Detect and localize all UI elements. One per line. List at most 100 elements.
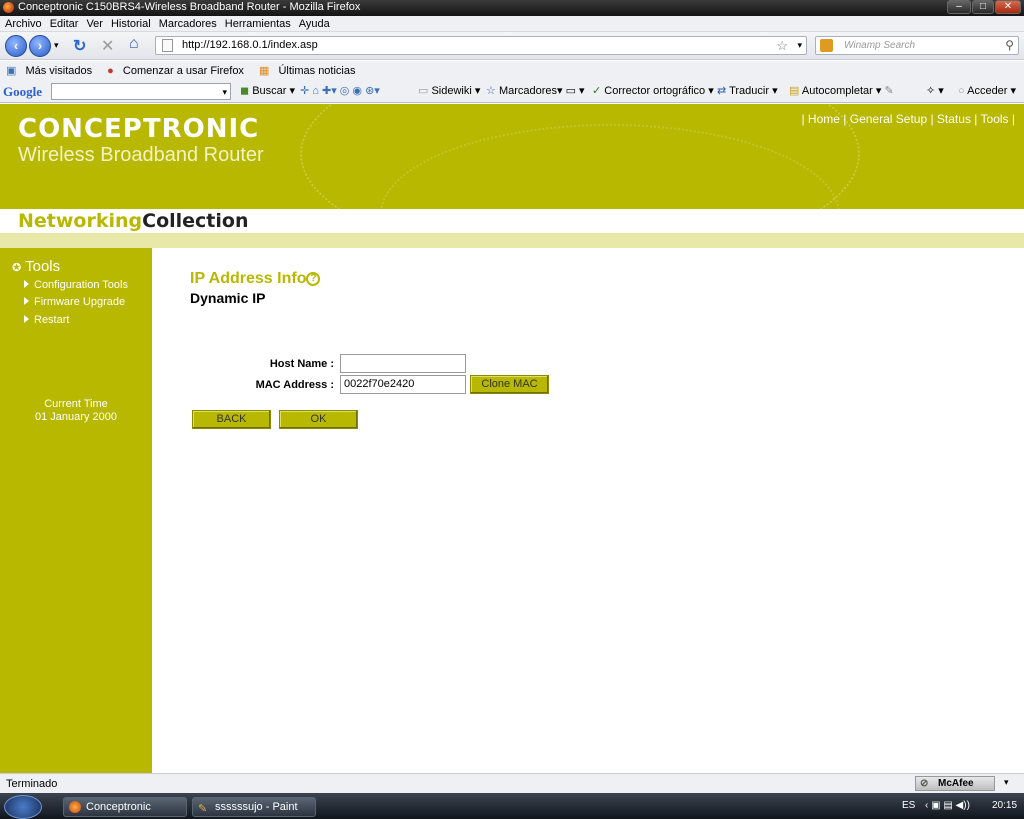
- url-bar[interactable]: http://192.168.0.1/index.asp ☆ ▾: [155, 36, 807, 55]
- mcafee-icon: ⊘: [920, 778, 929, 789]
- reload-icon[interactable]: ↻: [73, 36, 86, 56]
- mcafee-badge[interactable]: ⊘ McAfee: [915, 776, 995, 791]
- arrow-icon: [24, 280, 29, 289]
- tray-icons[interactable]: ‹ ▣ ▤ ◀)): [925, 793, 970, 819]
- menu-ver[interactable]: Ver: [86, 18, 103, 30]
- divider-stripe: [0, 233, 1024, 248]
- bookmark-star-icon[interactable]: ☆: [776, 37, 788, 54]
- window-title: Conceptronic C150BRS4-Wireless Broadband…: [18, 1, 361, 13]
- toolbar-tools-icons[interactable]: ✛ ⌂ ✚▾ ◎ ◉ ⊛▾: [300, 81, 380, 102]
- google-search-button[interactable]: ◼ Buscar ▾: [240, 81, 295, 102]
- status-text: Terminado: [6, 778, 58, 790]
- taskbar-paint[interactable]: ✎ ssssssujo - Paint: [192, 797, 316, 817]
- menu-archivo[interactable]: Archivo: [5, 18, 42, 30]
- main-content: [152, 248, 1024, 773]
- sidewiki-icon: ▭: [418, 85, 429, 97]
- search-input[interactable]: Winamp Search ⚲: [815, 36, 1019, 55]
- star-icon: ☆: [486, 85, 496, 97]
- sidebar-item-restart[interactable]: Restart: [24, 314, 69, 326]
- pen-icon: ✎: [884, 85, 894, 97]
- forward-icon[interactable]: ›: [29, 35, 51, 57]
- sign-in-button[interactable]: ○ Acceder ▾: [958, 81, 1016, 102]
- paint-icon: ✎: [198, 803, 208, 815]
- brand-subtitle: Wireless Broadband Router: [18, 144, 264, 166]
- autofill-icon: ▤: [789, 85, 800, 97]
- menu-editar[interactable]: Editar: [50, 18, 79, 30]
- bookmarks-toolbar: ▣ Más visitados ● Comenzar a usar Firefo…: [0, 61, 1024, 81]
- bookmark-getting-started[interactable]: ● Comenzar a usar Firefox: [107, 65, 250, 77]
- google-icon: ◼: [240, 85, 250, 97]
- spellcheck-icon: ✓: [592, 85, 602, 97]
- menu-marcadores[interactable]: Marcadores: [159, 18, 217, 30]
- google-search-input[interactable]: ▾: [51, 83, 231, 100]
- close-button[interactable]: ✕: [995, 0, 1021, 14]
- search-icon[interactable]: ⚲: [1005, 37, 1014, 54]
- circle-icon: ✪: [12, 262, 22, 274]
- ok-button[interactable]: OK: [279, 410, 358, 429]
- bookmark-latest-news[interactable]: ▦ Últimas noticias: [259, 65, 362, 77]
- bookmark-icon: ▣: [6, 65, 17, 77]
- section-subtitle: Dynamic IP: [190, 290, 266, 306]
- host-name-label: Host Name :: [269, 358, 334, 370]
- maximize-button[interactable]: □: [972, 0, 994, 14]
- bookmark-most-visited[interactable]: ▣ Más visitados: [6, 65, 98, 77]
- collection-banner: NetworkingCollection: [0, 209, 1024, 233]
- start-button[interactable]: [4, 795, 42, 819]
- history-dropdown-icon[interactable]: ▾: [54, 40, 59, 51]
- stop-icon[interactable]: ✕: [101, 36, 114, 56]
- google-dropdown-icon[interactable]: ▾: [222, 82, 227, 103]
- current-time-value: 01 January 2000: [35, 411, 117, 423]
- status-bar: Terminado: [0, 773, 1024, 793]
- translate-button[interactable]: ⇄ Traducir ▾: [717, 81, 778, 102]
- rss-icon: ▦: [259, 65, 270, 77]
- sidebar-item-firmware-upgrade[interactable]: Firmware Upgrade: [24, 296, 125, 308]
- mac-address-input[interactable]: 0022f70e2420: [340, 375, 466, 394]
- user-icon: ○: [958, 85, 965, 97]
- translate-icon: ⇄: [717, 85, 727, 97]
- nav-home[interactable]: Home: [808, 112, 840, 126]
- arrow-icon: [24, 315, 29, 324]
- google-logo: Google: [3, 84, 42, 99]
- sidebar-item-configuration-tools[interactable]: Configuration Tools: [24, 279, 128, 291]
- back-icon[interactable]: ‹: [5, 35, 27, 57]
- settings-wrench-icon[interactable]: ✧ ▾: [926, 81, 944, 102]
- nav-status[interactable]: Status: [937, 112, 971, 126]
- host-name-input[interactable]: [340, 354, 466, 373]
- current-time: Current Time 01 January 2000: [0, 398, 152, 424]
- taskbar-firefox[interactable]: Conceptronic C150...: [63, 797, 187, 817]
- search-engine-icon[interactable]: [820, 39, 833, 52]
- page-icon: [162, 39, 173, 52]
- system-tray: ES ‹ ▣ ▤ ◀)) 20:15: [895, 793, 1024, 819]
- section-title: IP Address Info?: [190, 270, 321, 288]
- clock[interactable]: 20:15: [992, 793, 1017, 819]
- language-indicator[interactable]: ES: [902, 793, 915, 819]
- nav-tools[interactable]: Tools: [981, 112, 1009, 126]
- firefox-task-icon: [69, 801, 81, 813]
- marcadores-button[interactable]: ☆ Marcadores▾ ▭ ▾: [486, 81, 585, 102]
- menu-bar: Archivo Editar Ver Historial Marcadores Herra…: [0, 16, 1024, 32]
- back-button[interactable]: BACK: [192, 410, 271, 429]
- firefox-bookmark-icon: ●: [107, 65, 114, 77]
- clone-mac-button[interactable]: Clone MAC: [470, 375, 549, 394]
- autofill-button[interactable]: ▤ Autocompletar ▾ ✎: [789, 81, 894, 102]
- help-icon[interactable]: ?: [306, 272, 321, 286]
- url-text: http://192.168.0.1/index.asp: [182, 39, 318, 51]
- google-toolbar: Google ▾ ◼ Buscar ▾ ✛ ⌂ ✚▾ ◎ ◉ ⊛▾ ▭ Side…: [0, 81, 1024, 103]
- menu-historial[interactable]: Historial: [111, 18, 151, 30]
- window-title-bar: Conceptronic C150BRS4-Wireless Broadband…: [0, 0, 1024, 16]
- mac-address-label: MAC Address :: [255, 379, 334, 391]
- firefox-icon: [3, 2, 14, 13]
- search-placeholder: Winamp Search: [844, 40, 916, 51]
- menu-herramientas[interactable]: Herramientas: [225, 18, 291, 30]
- url-dropdown-icon[interactable]: ▾: [797, 37, 802, 54]
- sidewiki-button[interactable]: ▭ Sidewiki ▾: [418, 81, 480, 102]
- brand-logo: CONCEPTRONIC: [18, 114, 260, 144]
- spellcheck-button[interactable]: ✓ Corrector ortográfico ▾: [592, 81, 714, 102]
- nav-general-setup[interactable]: General Setup: [850, 112, 927, 126]
- sidebar: [0, 248, 152, 773]
- top-navigation: | Home | General Setup | Status | Tools …: [801, 112, 1015, 126]
- menu-ayuda[interactable]: Ayuda: [299, 18, 330, 30]
- status-dropdown-icon[interactable]: ▾: [1004, 777, 1009, 788]
- minimize-button[interactable]: –: [947, 0, 971, 14]
- home-icon[interactable]: ⌂: [129, 35, 139, 53]
